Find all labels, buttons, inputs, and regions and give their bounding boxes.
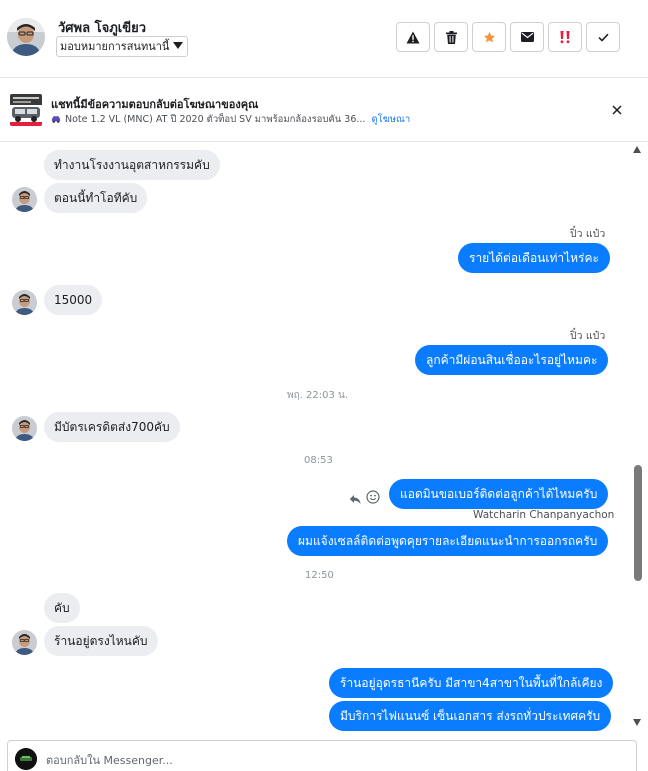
outgoing-message[interactable]: แอดมินขอเบอร์ติดต่อลูกค้าได้ไหมครับ [389,479,609,509]
mark-done-button[interactable] [586,22,620,52]
incoming-message[interactable]: ตอนนี้ทำโอทีคับ [44,183,148,213]
outgoing-message[interactable]: รายได้ต่อเดือนเท่าไหร่คะ [458,243,610,273]
incoming-message[interactable]: ร้านอยู่ตรงไหนคับ [44,626,158,656]
view-ad-link[interactable]: ดูโฆษณา [371,114,410,125]
outgoing-message[interactable]: ร้านอยู่อุดรธานีครับ มีสาขา4สาขาในพื้นที… [329,668,614,698]
ad-description: Note 1.2 VL (MNC) AT ปี 2020 ตัวท็อป SV … [65,114,366,125]
outgoing-message[interactable]: ผมแจ้งเซลล์ติดต่อพูดคุยรายละเอียดแนะนำกา… [287,526,609,556]
user-avatar[interactable] [7,18,45,56]
scroll-up-arrow-icon[interactable] [633,146,641,153]
ad-description-line: Note 1.2 VL (MNC) AT ปี 2020 ตัวท็อป SV … [51,112,410,127]
message-timestamp: พฤ. 22:03 น. [287,390,349,401]
ad-thumbnail[interactable] [10,94,42,126]
reply-action-button[interactable] [349,490,361,509]
close-ad-banner-button[interactable] [608,101,626,119]
sender-name: ปิ๋ว แป๋ว [570,330,606,342]
incoming-message[interactable]: 15000 [44,285,103,315]
message-timestamp: 12:50 [305,570,334,581]
sender-name: Watcharin Chanpanyachon [473,509,615,521]
delete-button[interactable] [434,22,468,52]
checkmark-icon [597,33,609,42]
priority-icon [560,31,570,44]
incoming-message[interactable]: มีบัตรเครดิตส่ง700คับ [44,412,180,442]
chevron-down-icon [173,42,184,49]
mark-unread-button[interactable] [510,22,544,52]
customer-avatar [12,187,37,212]
incoming-message[interactable]: คับ [44,593,80,623]
customer-avatar [12,290,37,315]
assign-conversation-dropdown[interactable]: มอบหมายการสนทนานี้ [56,36,189,57]
message-timestamp: 08:53 [304,455,333,466]
incoming-message[interactable]: ทำงานโรงงานอุตสาหกรรมคับ [44,150,220,180]
trash-icon [445,30,457,44]
spam-button[interactable] [396,22,430,52]
outgoing-message[interactable]: มีบริการไฟแนนซ์ เซ็นเอกสาร ส่งรถทั่วประเ… [329,701,612,731]
scroll-down-arrow-icon[interactable] [633,719,641,726]
envelope-icon [520,32,534,42]
outgoing-message[interactable]: ลูกค้ามีผ่อนสินเชื่ออะไรอยู่ไหมคะ [415,345,609,375]
star-icon [483,31,495,42]
car-icon [52,116,60,123]
warning-triangle-icon [406,31,420,43]
sender-name: ปิ๋ว แป๋ว [570,228,606,240]
ad-reply-title: แชทนี้มีข้อความตอบกลับต่อโฆษณาของคุณ [51,98,259,111]
assign-conversation-label: มอบหมายการสนทนานี้ [60,40,170,53]
page-avatar [15,748,37,770]
user-name[interactable]: วัศพล โจภูเขียว [58,17,146,38]
reply-arrow-icon [349,495,361,504]
customer-avatar [12,416,37,441]
smiley-icon [366,490,380,504]
react-action-button[interactable] [366,489,380,508]
message-scrollbar[interactable] [632,142,646,732]
reply-input[interactable] [46,752,546,768]
customer-avatar [12,630,37,655]
star-button[interactable] [472,22,506,52]
scrollbar-thumb[interactable] [634,465,642,581]
follow-up-button[interactable] [548,22,582,52]
close-icon [612,105,622,115]
